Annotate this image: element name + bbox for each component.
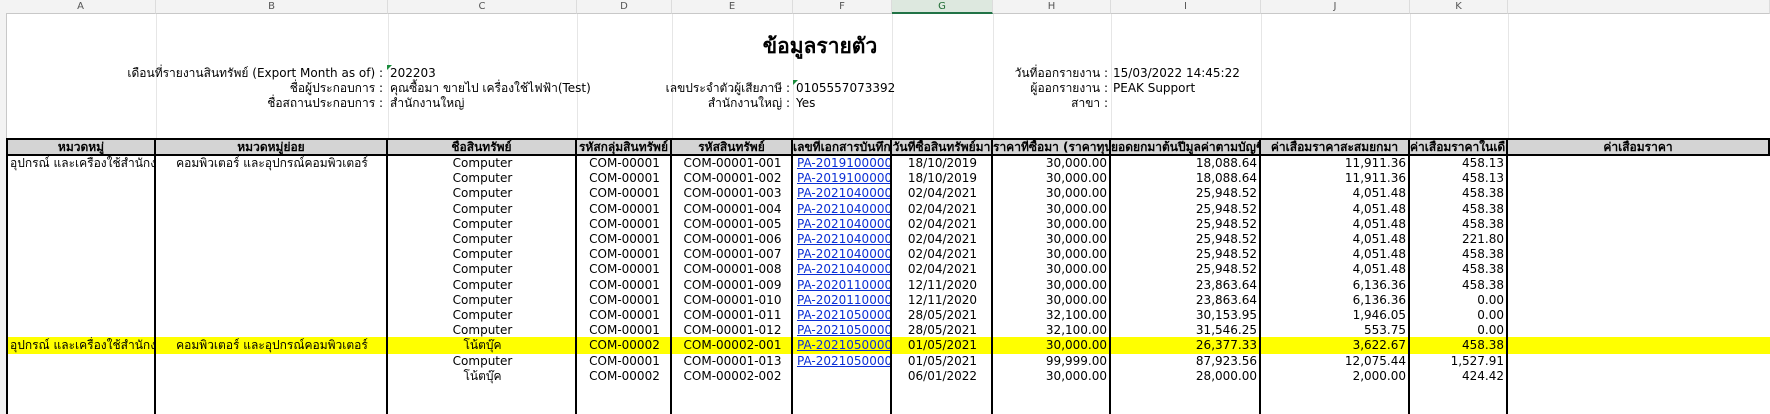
column-header-i[interactable]: I: [1111, 0, 1261, 14]
gridline: [1111, 14, 1112, 140]
business-name-value: คุณซื้อมา ขายไป เครื่องใช้ไฟฟ้า(Test): [390, 81, 591, 95]
column-header-h[interactable]: H: [993, 0, 1111, 14]
establishment-label: ชื่อสถานประกอบการ :: [267, 96, 383, 110]
report-title: ข้อมูลรายตัว: [762, 34, 878, 58]
gridline: [1508, 14, 1509, 140]
issuer-label: ผู้ออกรายงาน :: [1030, 81, 1108, 95]
table-header-11[interactable]: ค่าเสื่อมราคาในเดือนนี้: [1410, 138, 1508, 156]
export-month-value: 202203: [387, 65, 436, 81]
branch-label: สาขา :: [1071, 96, 1108, 110]
table-header-2[interactable]: หมวดหมู่ย่อย: [156, 138, 388, 156]
business-name-label: ชื่อผู้ประกอบการ :: [289, 81, 383, 95]
column-border: [1259, 156, 1261, 414]
gridline: [1261, 14, 1262, 140]
table-cell-group[interactable]: COM-00002: [578, 368, 671, 385]
head-office-label: สำนักงานใหญ่ :: [707, 96, 790, 110]
table-header-4[interactable]: รหัสกลุ่มสินทรัพย์: [577, 138, 672, 156]
table-header-1[interactable]: หมวดหมู่: [6, 138, 156, 156]
table-header-8[interactable]: ราคาที่ซื้อมา (ราคาทุน): [993, 138, 1111, 156]
column-header-e[interactable]: E: [672, 0, 793, 14]
table-cell-month[interactable]: 424.42: [1411, 368, 1507, 385]
tax-id-value: 0105557073392: [793, 80, 895, 96]
column-border: [890, 156, 892, 414]
report-date-label: วันที่ออกรายงาน :: [1014, 66, 1108, 80]
export-month-label: เดือนที่รายงานสินทรัพย์ (Export Month as…: [127, 66, 383, 80]
column-header-d[interactable]: D: [577, 0, 672, 14]
table-header-9[interactable]: ยอดยกมาต้นปีมูลค่าตามบัญชี: [1111, 138, 1261, 156]
table-cell-accum[interactable]: 2,000.00: [1262, 368, 1409, 385]
issuer-value: PEAK Support: [1113, 81, 1196, 95]
column-header-k[interactable]: K: [1410, 0, 1508, 14]
table-header-6[interactable]: เลขที่เอกสารบันทึก: [793, 138, 892, 156]
table-cell-cat[interactable]: [7, 368, 155, 385]
table-cell-doc[interactable]: [794, 368, 891, 385]
column-border: [154, 156, 156, 414]
table-header-10[interactable]: ค่าเสื่อมราคาสะสมยกมา: [1261, 138, 1410, 156]
establishment-value: สำนักงานใหญ่: [390, 96, 465, 110]
table-cell-name[interactable]: โน้ตบุ๊ค: [389, 368, 576, 385]
column-header-b[interactable]: B: [156, 0, 388, 14]
column-border: [6, 156, 8, 414]
column-border: [991, 156, 993, 414]
table-cell-cost[interactable]: 30,000.00: [994, 368, 1110, 385]
spreadsheet[interactable]: ABCDEFGHIJK ข้อมูลรายตัว เดือนที่รายงานส…: [0, 0, 1770, 414]
column-header-j[interactable]: J: [1261, 0, 1410, 14]
column-header-f[interactable]: F: [793, 0, 892, 14]
table-header-7[interactable]: วันที่ซื้อสินทรัพย์มา: [892, 138, 993, 156]
gridline: [1410, 14, 1411, 140]
column-border: [386, 156, 388, 414]
table-header-3[interactable]: ชื่อสินทรัพย์: [388, 138, 577, 156]
column-border: [1506, 156, 1508, 414]
column-header-blank[interactable]: [1508, 0, 1770, 14]
column-border: [1408, 156, 1410, 414]
tax-id-label: เลขประจำตัวผู้เสียภาษี :: [665, 81, 790, 95]
column-border: [670, 156, 672, 414]
table-header-12[interactable]: ค่าเสื่อมราคา: [1508, 138, 1770, 156]
table-header-5[interactable]: รหัสสินทรัพย์: [672, 138, 793, 156]
column-header-a[interactable]: A: [6, 0, 156, 14]
table-cell-subcat[interactable]: [157, 368, 387, 385]
column-border: [575, 156, 577, 414]
table-cell-code[interactable]: COM-00002-002: [673, 368, 792, 385]
report-date-value: 15/03/2022 14:45:22: [1113, 66, 1240, 80]
column-header-c[interactable]: C: [388, 0, 577, 14]
head-office-value: Yes: [796, 96, 816, 110]
column-header-g[interactable]: G: [892, 0, 993, 14]
column-border: [1109, 156, 1111, 414]
column-border: [791, 156, 793, 414]
table-cell-bv[interactable]: 28,000.00: [1112, 368, 1260, 385]
table-cell-date[interactable]: 06/01/2022: [893, 368, 992, 385]
